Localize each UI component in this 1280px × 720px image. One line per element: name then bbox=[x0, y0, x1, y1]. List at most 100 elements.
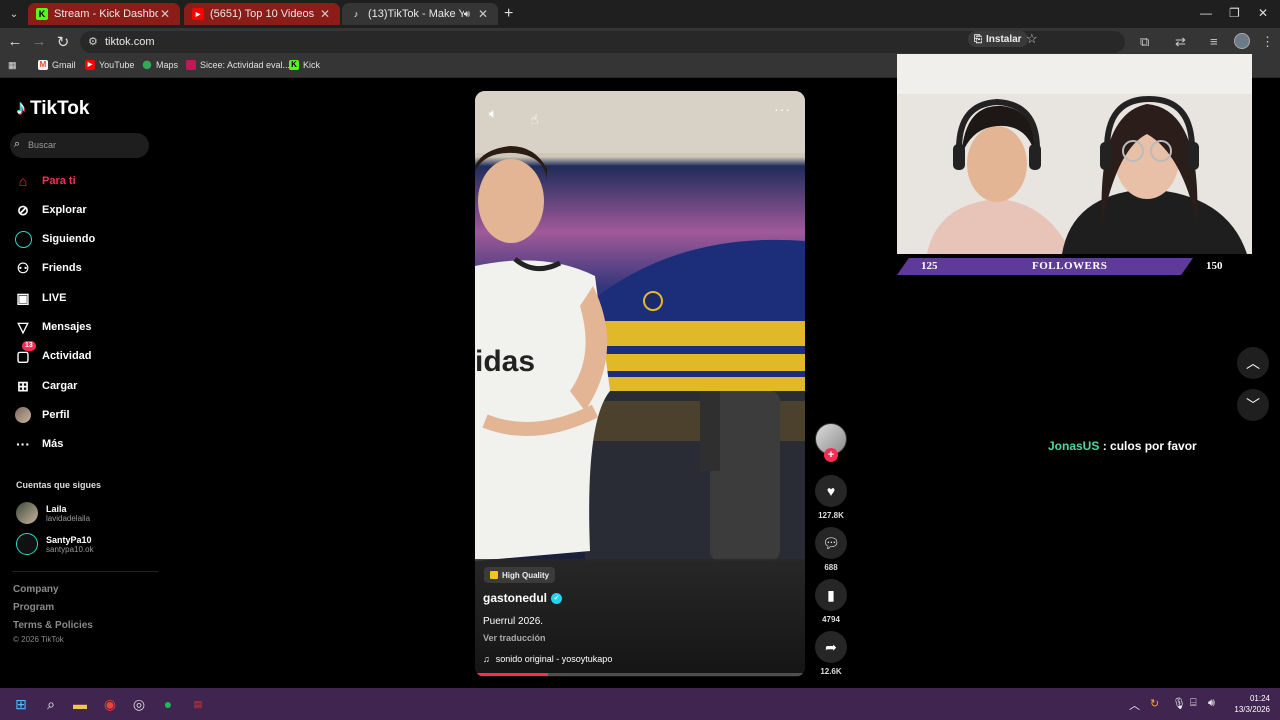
footer-link-terms[interactable]: Terms & Policies bbox=[13, 620, 93, 631]
windows-start-icon[interactable]: ⊞ bbox=[11, 694, 31, 714]
speaker-icon[interactable]: 🔊︎ bbox=[1208, 697, 1215, 710]
close-tab-icon[interactable]: ✕ bbox=[318, 7, 332, 21]
bookmark-sicee[interactable]: Sicee: Actividad eval... bbox=[186, 60, 290, 70]
translate-icon[interactable]: ⇄ bbox=[1175, 34, 1186, 50]
nav-label: Actividad bbox=[42, 350, 92, 362]
nav-perfil[interactable]: Perfil bbox=[14, 404, 70, 426]
video-player[interactable]: idas 🔈︎ ☝︎ ··· High Quality gastonedul ✓… bbox=[475, 91, 805, 677]
audio-playing-icon[interactable]: 🔊︎ bbox=[464, 9, 470, 20]
tab-tiktok[interactable]: ♪ (13)TikTok - Make Your Day 🔊︎ ✕ bbox=[342, 3, 498, 25]
tiktok-logo[interactable]: ♪ TikTok bbox=[16, 97, 89, 120]
forward-button[interactable]: → bbox=[30, 33, 48, 50]
file-explorer-icon[interactable]: ▬ bbox=[70, 694, 90, 714]
search-icon[interactable]: ⌕ bbox=[41, 694, 61, 714]
sync-icon[interactable]: ↻ bbox=[1150, 697, 1159, 710]
bookmark-gmail[interactable]: M Gmail bbox=[38, 60, 76, 70]
maximize-button[interactable]: ❐ bbox=[1229, 6, 1240, 20]
video-author[interactable]: gastonedul ✓ bbox=[483, 591, 563, 605]
bookmark-label: YouTube bbox=[99, 60, 135, 70]
tray-overflow-icon[interactable]: ︿ bbox=[1129, 697, 1140, 713]
tab-kick-dashboard[interactable]: K Stream - Kick Dashboard ✕ bbox=[28, 3, 180, 25]
video-progress-bar[interactable] bbox=[475, 673, 805, 676]
bookmark-label: Kick bbox=[303, 60, 321, 70]
profile-avatar[interactable] bbox=[1234, 33, 1250, 49]
microphone-icon[interactable]: 🎙︎ bbox=[1172, 697, 1186, 710]
following-account-laila[interactable]: Laila lavidadelaila bbox=[16, 502, 90, 524]
nav-friends[interactable]: ⚇ Friends bbox=[14, 257, 82, 279]
bookmark-kick[interactable]: K Kick bbox=[289, 60, 320, 70]
chrome-icon[interactable]: ◉ bbox=[100, 694, 120, 714]
sidebar-divider bbox=[12, 571, 158, 572]
comment-button[interactable]: 💬︎ bbox=[815, 527, 847, 559]
follow-plus-icon[interactable]: + bbox=[824, 448, 838, 462]
search-input[interactable] bbox=[28, 137, 138, 153]
close-tab-icon[interactable]: ✕ bbox=[158, 7, 172, 21]
profile-icon bbox=[14, 406, 32, 424]
nav-explorar[interactable]: ⊘ Explorar bbox=[14, 199, 87, 221]
svg-text:idas: idas bbox=[475, 345, 535, 378]
music-title: sonido original - yosoytukapo bbox=[495, 654, 613, 664]
more-options-icon[interactable]: ··· bbox=[774, 101, 791, 117]
following-account-santypa10[interactable]: SantyPa10 santypa10.ok bbox=[16, 533, 94, 555]
tab-title: Stream - Kick Dashboard bbox=[54, 8, 158, 20]
nav-label: Cargar bbox=[42, 380, 78, 392]
nav-live[interactable]: ▣ LIVE bbox=[14, 287, 66, 309]
network-icon[interactable]: ⌸ bbox=[1190, 697, 1197, 710]
save-button[interactable]: ▮ bbox=[815, 579, 847, 611]
app-icon[interactable]: ▤ bbox=[188, 694, 208, 714]
activity-icon: ▢ 13 bbox=[14, 341, 36, 365]
nav-label: Explorar bbox=[42, 204, 87, 216]
browser-toolbar: ← → ↻ ⚙ tiktok.com ⎘ Instalar ☆ ⧉ ⇄ ≡ ⋮ bbox=[0, 28, 1280, 56]
close-tab-icon[interactable]: ✕ bbox=[476, 7, 490, 21]
apps-grid-icon[interactable]: ▦ bbox=[8, 60, 17, 71]
bookmark-star-icon[interactable]: ☆ bbox=[1026, 31, 1038, 47]
live-icon: ▣ bbox=[16, 289, 30, 306]
minimize-button[interactable]: — bbox=[1200, 6, 1212, 20]
volume-icon[interactable]: 🔈︎ bbox=[489, 105, 497, 122]
like-button[interactable]: ♥ bbox=[815, 475, 847, 507]
install-icon: ⎘ bbox=[974, 33, 982, 45]
browser-menu-icon[interactable]: ⋮ bbox=[1261, 34, 1274, 50]
quality-icon bbox=[490, 571, 498, 579]
spotify-icon[interactable]: ● bbox=[158, 694, 178, 714]
sicee-icon bbox=[186, 60, 196, 70]
new-tab-button[interactable]: + bbox=[504, 5, 513, 23]
close-window-button[interactable]: ✕ bbox=[1258, 6, 1268, 20]
chevron-down-icon: ﹀ bbox=[1246, 397, 1260, 413]
music-info[interactable]: ♫ sonido original - yosoytukapo bbox=[483, 654, 612, 664]
nav-actividad[interactable]: ▢ 13 Actividad bbox=[14, 341, 92, 367]
obs-icon[interactable]: ◎ bbox=[129, 694, 149, 714]
extensions-icon[interactable]: ⧉ bbox=[1140, 34, 1149, 50]
nav-mensajes[interactable]: ▽ Mensajes bbox=[14, 316, 92, 338]
account-name: Laila bbox=[46, 503, 67, 514]
youtube-icon: ▶ bbox=[192, 8, 204, 20]
share-button[interactable]: ➦ bbox=[815, 631, 847, 663]
system-clock[interactable]: 01:24 13/3/2026 bbox=[1228, 693, 1270, 715]
nav-siguiendo[interactable]: Siguiendo bbox=[14, 228, 95, 250]
url-text[interactable]: tiktok.com bbox=[105, 36, 155, 48]
install-label: Instalar bbox=[986, 33, 1022, 45]
next-video-button[interactable]: ﹀ bbox=[1237, 389, 1269, 421]
footer-link-company[interactable]: Company bbox=[13, 584, 59, 595]
install-app-button[interactable]: ⎘ Instalar bbox=[968, 31, 1028, 47]
bookmark-youtube[interactable]: ▶ YouTube bbox=[85, 60, 134, 70]
previous-video-button[interactable]: ︿ bbox=[1237, 347, 1269, 379]
comment-count: 688 bbox=[824, 563, 838, 572]
reload-button[interactable]: ↻ bbox=[54, 33, 72, 51]
search-box[interactable]: ⌕ bbox=[10, 133, 149, 158]
tab-search-button[interactable]: ⌄ bbox=[4, 4, 24, 24]
media-control-icon[interactable]: ≡ bbox=[1210, 34, 1218, 49]
search-icon: ⌕ bbox=[14, 138, 21, 150]
footer-link-program[interactable]: Program bbox=[13, 602, 54, 613]
nav-para-ti[interactable]: ⌂ Para ti bbox=[14, 170, 76, 192]
quality-badge[interactable]: High Quality bbox=[484, 567, 556, 583]
share-icon: ➦ bbox=[825, 638, 837, 655]
tab-youtube[interactable]: ▶ (5651) Top 10 Videos De FANTASMAS ✕ bbox=[184, 3, 340, 25]
site-info-icon[interactable]: ⚙ bbox=[88, 35, 98, 48]
bookmark-maps[interactable]: ⬤ Maps bbox=[142, 60, 179, 70]
nav-cargar[interactable]: ⊞ Cargar bbox=[14, 375, 77, 397]
nav-mas[interactable]: ··· Más bbox=[14, 433, 63, 455]
video-info: High Quality gastonedul ✓ Puerrul 2026. … bbox=[475, 559, 805, 677]
back-button[interactable]: ← bbox=[6, 33, 24, 50]
translate-link[interactable]: Ver traducción bbox=[483, 633, 546, 643]
